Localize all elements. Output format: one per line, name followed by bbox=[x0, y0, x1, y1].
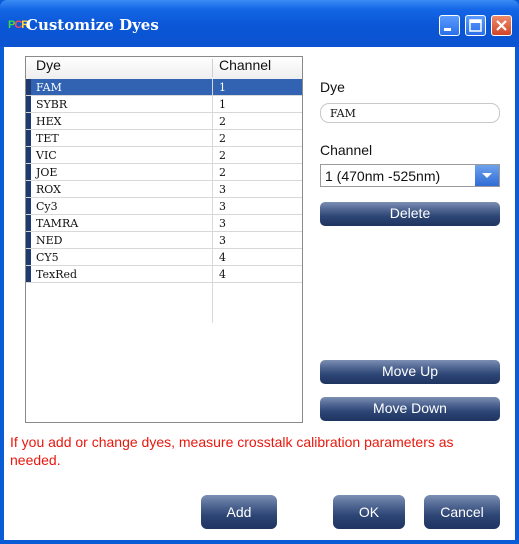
dye-cell: JOE bbox=[36, 166, 58, 179]
table-row[interactable]: FAM 1 bbox=[26, 79, 302, 96]
table-row[interactable]: Cy3 3 bbox=[26, 198, 302, 215]
dropdown-arrow-button[interactable] bbox=[475, 165, 499, 186]
table-row[interactable]: SYBR 1 bbox=[26, 96, 302, 113]
chevron-down-icon bbox=[482, 173, 492, 178]
crosstalk-warning: If you add or change dyes, measure cross… bbox=[10, 434, 454, 468]
move-up-button[interactable]: Move Up bbox=[320, 360, 500, 384]
header-divider bbox=[212, 59, 213, 77]
dye-name-field[interactable]: FAM bbox=[320, 103, 500, 123]
dye-cell: TET bbox=[36, 132, 59, 145]
channel-cell: 4 bbox=[219, 268, 226, 281]
table-row[interactable]: JOE 2 bbox=[26, 164, 302, 181]
dye-cell: Cy3 bbox=[36, 200, 58, 213]
channel-cell: 1 bbox=[219, 98, 226, 111]
channel-cell: 1 bbox=[219, 81, 226, 94]
dye-cell: ROX bbox=[36, 183, 61, 196]
column-divider bbox=[212, 79, 213, 323]
channel-label: Channel bbox=[320, 142, 373, 158]
channel-cell: 3 bbox=[219, 234, 226, 247]
channel-select-value: 1 (470nm -525nm) bbox=[325, 168, 441, 184]
row-marker bbox=[26, 181, 31, 197]
delete-button[interactable]: Delete bbox=[320, 202, 500, 226]
move-down-button[interactable]: Move Down bbox=[320, 397, 500, 421]
channel-cell: 3 bbox=[219, 183, 226, 196]
row-marker bbox=[26, 113, 31, 129]
dye-cell: SYBR bbox=[36, 98, 68, 111]
pcr-app-icon: PCR bbox=[8, 18, 29, 32]
add-button[interactable]: Add bbox=[201, 495, 277, 529]
dye-cell: VIC bbox=[36, 149, 57, 162]
table-row[interactable]: CY5 4 bbox=[26, 249, 302, 266]
row-marker bbox=[26, 164, 31, 180]
table-row[interactable]: VIC 2 bbox=[26, 147, 302, 164]
cancel-button[interactable]: Cancel bbox=[424, 495, 500, 529]
maximize-button[interactable] bbox=[465, 15, 486, 36]
row-marker bbox=[26, 249, 31, 265]
column-header-dye[interactable]: Dye bbox=[36, 57, 61, 79]
dye-label: Dye bbox=[320, 79, 345, 95]
window-title: Customize Dyes bbox=[26, 16, 159, 34]
channel-cell: 2 bbox=[219, 132, 226, 145]
table-header: Dye Channel bbox=[26, 57, 302, 80]
row-marker bbox=[26, 130, 31, 146]
dialog-body: Dye Channel FAM 1 SYBR 1 HEX 2 TET 2 VIC 2 JOE 2 ROX… bbox=[4, 47, 515, 540]
close-button[interactable] bbox=[491, 15, 512, 36]
table-row[interactable]: TAMRA 3 bbox=[26, 215, 302, 232]
ok-button[interactable]: OK bbox=[333, 495, 405, 529]
minimize-button[interactable] bbox=[439, 15, 460, 36]
row-marker bbox=[26, 215, 31, 231]
channel-cell: 2 bbox=[219, 115, 226, 128]
row-marker bbox=[26, 147, 31, 163]
channel-select[interactable]: 1 (470nm -525nm) bbox=[320, 164, 500, 187]
dye-cell: FAM bbox=[36, 81, 62, 94]
close-icon bbox=[496, 20, 507, 31]
column-header-channel[interactable]: Channel bbox=[219, 57, 271, 79]
row-marker bbox=[26, 198, 31, 214]
dye-cell: CY5 bbox=[36, 251, 59, 264]
dye-cell: NED bbox=[36, 234, 63, 247]
row-marker bbox=[26, 266, 31, 282]
channel-cell: 3 bbox=[219, 217, 226, 230]
table-row[interactable]: HEX 2 bbox=[26, 113, 302, 130]
table-row[interactable]: TexRed 4 bbox=[26, 266, 302, 283]
maximize-icon bbox=[469, 19, 482, 32]
row-marker bbox=[26, 96, 31, 112]
dye-cell: TexRed bbox=[36, 268, 78, 281]
channel-cell: 2 bbox=[219, 166, 226, 179]
customize-dyes-window: PCR Customize Dyes Dye Channel FAM 1 SYBR 1… bbox=[0, 0, 519, 544]
row-marker bbox=[26, 79, 31, 95]
table-row[interactable]: ROX 3 bbox=[26, 181, 302, 198]
table-row[interactable]: TET 2 bbox=[26, 130, 302, 147]
row-marker bbox=[26, 232, 31, 248]
title-bar[interactable]: PCR Customize Dyes bbox=[0, 0, 519, 47]
table-row[interactable]: NED 3 bbox=[26, 232, 302, 249]
dye-table[interactable]: Dye Channel FAM 1 SYBR 1 HEX 2 TET 2 VIC 2 JOE 2 ROX… bbox=[25, 56, 303, 423]
channel-cell: 3 bbox=[219, 200, 226, 213]
minimize-icon bbox=[444, 28, 451, 31]
channel-cell: 4 bbox=[219, 251, 226, 264]
channel-cell: 2 bbox=[219, 149, 226, 162]
dye-cell: TAMRA bbox=[36, 217, 79, 230]
dye-cell: HEX bbox=[36, 115, 62, 128]
